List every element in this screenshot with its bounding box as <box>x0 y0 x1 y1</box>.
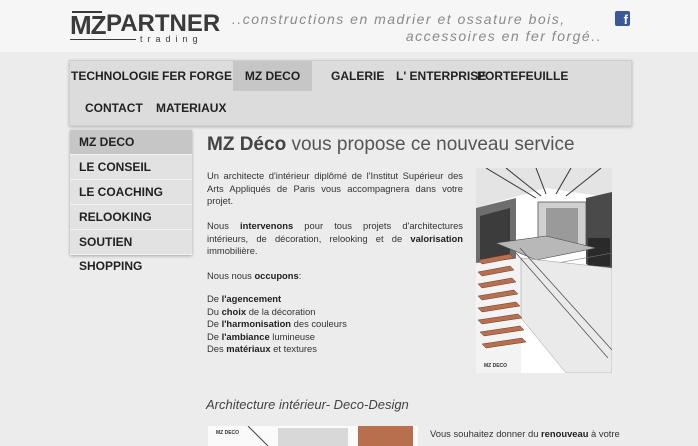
page-title-bold: MZ Déco <box>207 134 287 155</box>
intro-paragraph: Un architecte d'intérieur diplômé de l'I… <box>207 170 463 206</box>
interior-sketch-image: MZ DECO <box>476 168 612 373</box>
list-item-post: et textures <box>270 343 317 354</box>
list-item-bold: l'agencement <box>221 293 282 304</box>
list-item-bold: matériaux <box>226 343 271 354</box>
list-item: De l'ambiance lumineuse <box>207 331 463 344</box>
list-item-pre: De <box>207 318 222 329</box>
logo-trading: trading <box>140 34 203 44</box>
list-item-post: de la décoration <box>246 305 316 317</box>
list-item-pre: Du <box>207 305 222 317</box>
page-title: MZ Déco vous propose ce nouveau service <box>207 134 575 156</box>
list-item: De l'harmonisation des couleurs <box>207 318 463 331</box>
p5-part-a: Vous souhaitez donner du <box>430 428 542 439</box>
tagline-line-2: accessoires en fer forgé.. <box>405 28 602 44</box>
occupons-heading: Nous nous occupons: <box>207 270 463 283</box>
sidebar-item-mz-deco[interactable]: MZ DECO <box>70 130 192 155</box>
list-item-bold: l'harmonisation <box>221 318 292 329</box>
nav-item-mz-deco[interactable]: MZ DECO <box>233 61 312 91</box>
second-sketch-image: MZ DECO <box>208 426 418 446</box>
tagline-line-1: ..constructions en madrier et ossature b… <box>232 11 566 27</box>
list-item-pre: De <box>207 293 222 304</box>
interior-sketch-drawing <box>476 168 612 373</box>
p5-renouveau: renouveau <box>541 428 589 439</box>
list-item-post: des couleurs <box>291 318 347 329</box>
nav-item-enterprise[interactable]: L' ENTERPRISE <box>396 61 486 91</box>
list-item-bold: choix <box>221 305 247 317</box>
sketch-caption: MZ DECO <box>484 363 508 369</box>
section-subtitle: Architecture intérieur- Deco-Design <box>206 397 409 412</box>
nav-item-technologie[interactable]: TECHNOLOGIE <box>71 61 159 91</box>
p2-intervenons: intervenons <box>240 220 294 231</box>
nav-item-contact[interactable]: CONTACT <box>85 93 143 123</box>
services-paragraph: Nous intervenons pour tous projets d'arc… <box>207 220 463 258</box>
list-item-pre: Des <box>207 343 227 354</box>
p2-part-a: Nous <box>207 220 241 231</box>
sidebar-item-relooking[interactable]: RELOOKING <box>70 205 192 230</box>
site-logo[interactable]: MZ PARTNER trading <box>70 6 220 46</box>
logo-underline <box>70 39 136 40</box>
facebook-icon[interactable]: f <box>615 11 630 26</box>
p3-part-a: Nous nous <box>207 270 255 281</box>
list-item-pre: De <box>207 330 222 342</box>
nav-item-materiaux[interactable]: MATERIAUX <box>156 93 226 123</box>
tagline: ..constructions en madrier et ossature b… <box>232 11 602 45</box>
list-item: De l'agencement <box>207 293 463 306</box>
renouveau-paragraph: Vous souhaitez donner du renouveau à vot… <box>430 428 630 441</box>
page-title-rest: vous propose ce nouveau service <box>286 134 575 155</box>
logo-mz: MZ <box>70 10 107 40</box>
list-item-bold: l'ambiance <box>221 330 270 342</box>
p2-valorisation: valorisation <box>410 232 463 244</box>
p2-part-e: immobilière. <box>207 245 258 256</box>
nav-item-portefeuille[interactable]: PORTEFEUILLE <box>477 61 568 91</box>
second-sketch-drawing <box>247 426 413 446</box>
list-item: Des matériaux et textures <box>207 343 463 356</box>
p3-colon: : <box>298 270 302 281</box>
site-header: MZ PARTNER trading ..constructions en ma… <box>0 0 698 52</box>
p3-occupons: occupons <box>254 270 299 281</box>
list-item: Du choix de la décoration <box>207 306 463 319</box>
main-nav: TECHNOLOGIE FER FORGE MZ DECO GALERIE L'… <box>69 60 632 126</box>
services-list: De l'agencement Du choix de la décoratio… <box>207 293 463 356</box>
sidebar-item-soutien-shopping[interactable]: SOUTIEN SHOPPING <box>70 230 192 273</box>
nav-item-galerie[interactable]: GALERIE <box>331 61 384 91</box>
nav-item-fer-forge[interactable]: FER FORGE <box>162 61 232 91</box>
sidebar-item-le-coaching[interactable]: LE COACHING <box>70 180 192 205</box>
sidebar-menu: MZ DECO LE CONSEIL LE COACHING RELOOKING… <box>70 130 192 273</box>
p5-part-c: à votre <box>588 428 620 439</box>
list-item-post: lumineuse <box>269 330 316 342</box>
sidebar-item-le-conseil[interactable]: LE CONSEIL <box>70 155 192 180</box>
